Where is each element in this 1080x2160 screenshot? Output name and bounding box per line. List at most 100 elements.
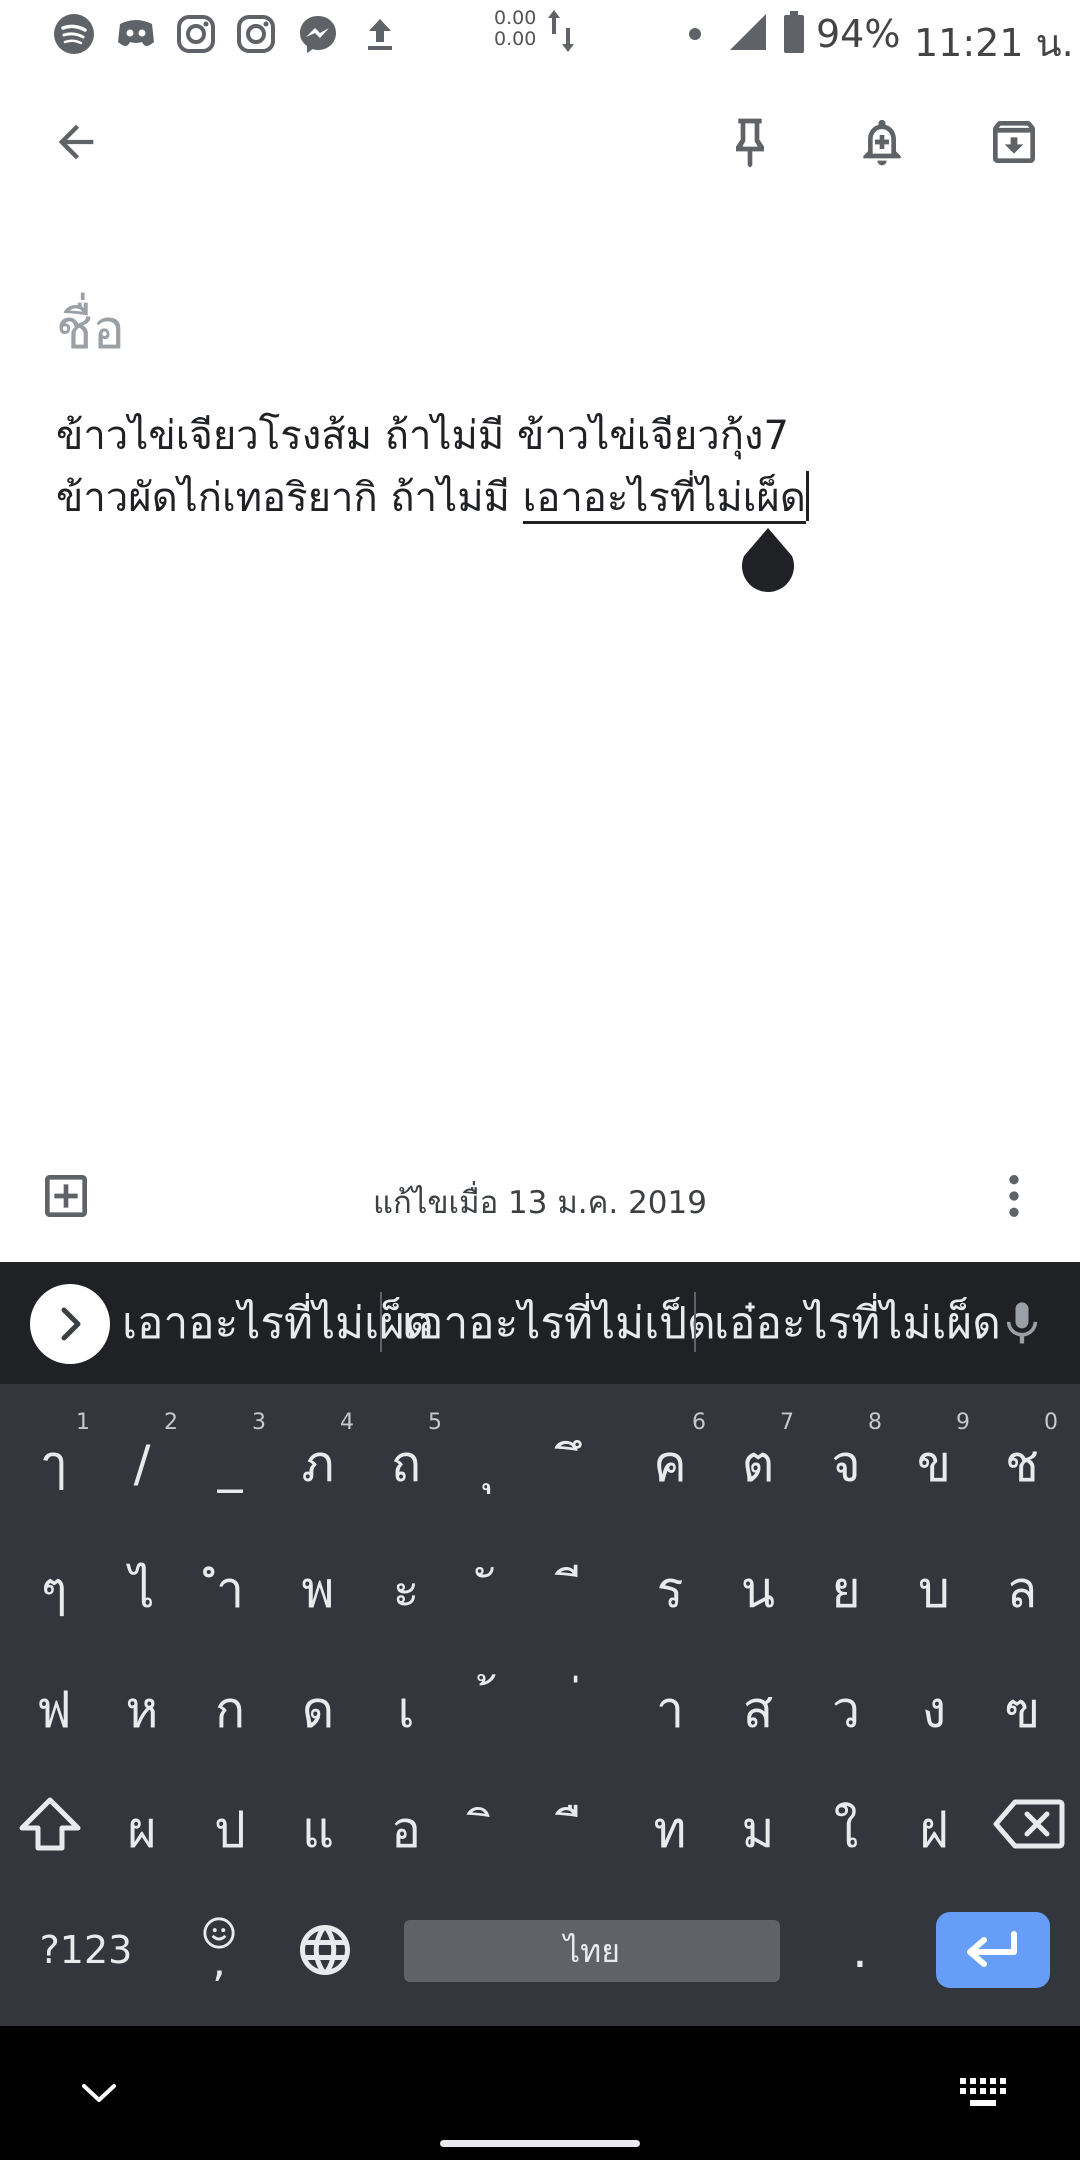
notification-dot-icon: [689, 28, 701, 40]
key[interactable]: อ: [362, 1766, 450, 1882]
key[interactable]: ร: [626, 1526, 714, 1642]
home-gesture-bar[interactable]: [440, 2140, 640, 2147]
key-label: ป: [214, 1800, 246, 1859]
key[interactable]: ส: [714, 1646, 802, 1762]
key-label: _: [217, 1435, 243, 1493]
key[interactable]: ภ4: [274, 1400, 362, 1516]
key[interactable]: /2: [98, 1400, 186, 1516]
key[interactable]: แ: [274, 1766, 362, 1882]
key[interactable]: ผ: [98, 1766, 186, 1882]
key-hint: 1: [76, 1410, 90, 1435]
key[interactable]: ค6: [626, 1400, 714, 1516]
key[interactable]: น: [714, 1526, 802, 1642]
key[interactable]: ฝ: [890, 1766, 978, 1882]
enter-key[interactable]: [936, 1912, 1050, 1988]
key-label: ท: [653, 1800, 687, 1859]
key-label: ค: [653, 1434, 687, 1493]
key-label: ก: [214, 1680, 246, 1739]
suggestion-1[interactable]: เอาอะไรที่ไม่เผ็ด: [122, 1288, 434, 1358]
key-label: ๅ: [41, 1434, 67, 1493]
key[interactable]: ุ: [450, 1400, 538, 1516]
note-body-input[interactable]: ข้าวไข่เจียวโรงส้ม ถ้าไม่มี ข้าวไข่เจียว…: [56, 405, 1016, 529]
suggestion-strip: เอาอะไรที่ไม่เผ็ด เอาอะไรที่ไม่เป็ด เอ๋อ…: [0, 1262, 1080, 1384]
key[interactable]: ิ: [450, 1766, 538, 1882]
chevron-down-icon[interactable]: [76, 2078, 122, 2108]
key[interactable]: ท: [626, 1766, 714, 1882]
key[interactable]: ่: [538, 1646, 626, 1762]
key[interactable]: า: [626, 1646, 714, 1762]
key-label: ข: [916, 1434, 952, 1493]
more-options-button[interactable]: [966, 1148, 1062, 1244]
key[interactable]: ห: [98, 1646, 186, 1762]
key-label: ร: [656, 1560, 684, 1619]
note-line-1: ข้าวไข่เจียวโรงส้ม ถ้าไม่มี ข้าวไข่เจียว…: [56, 413, 789, 459]
key[interactable]: ำ: [186, 1526, 274, 1642]
key[interactable]: ป: [186, 1766, 274, 1882]
back-button[interactable]: [28, 94, 124, 190]
key[interactable]: ถ5: [362, 1400, 450, 1516]
key[interactable]: ช0: [978, 1400, 1066, 1516]
instagram-icon: [237, 15, 275, 53]
key[interactable]: ั: [450, 1526, 538, 1642]
key-label: พ: [301, 1560, 335, 1619]
key[interactable]: ไ: [98, 1526, 186, 1642]
period-key[interactable]: .: [816, 1892, 904, 2008]
key[interactable]: ล: [978, 1526, 1066, 1642]
key[interactable]: พ: [274, 1526, 362, 1642]
key[interactable]: ย: [802, 1526, 890, 1642]
key-label: อ: [390, 1800, 422, 1859]
key[interactable]: ด: [274, 1646, 362, 1762]
key-hint: 6: [692, 1410, 706, 1435]
key[interactable]: ้: [450, 1646, 538, 1762]
symbols-key[interactable]: ?123: [36, 1892, 136, 2008]
key[interactable]: เ: [362, 1646, 450, 1762]
net-down-text: 0.00: [494, 28, 537, 50]
space-key[interactable]: ไทย: [404, 1920, 780, 1982]
key[interactable]: ม: [714, 1766, 802, 1882]
pin-button[interactable]: [702, 94, 798, 190]
emoji-comma-key[interactable]: ,: [174, 1892, 264, 2008]
key[interactable]: ว: [802, 1646, 890, 1762]
composing-text: เอาอะไรที่ไม่เผ็ด: [522, 475, 806, 524]
key[interactable]: ก: [186, 1646, 274, 1762]
shift-key[interactable]: [6, 1766, 94, 1882]
key[interactable]: ๅ1: [10, 1400, 98, 1516]
navigation-bar: [0, 2026, 1080, 2160]
key[interactable]: ะ: [362, 1526, 450, 1642]
archive-button[interactable]: [966, 94, 1062, 190]
key-hint: 9: [956, 1410, 970, 1435]
keyboard-icon[interactable]: [958, 2076, 1008, 2110]
key-label: ด: [301, 1680, 335, 1739]
cell-signal-icon: [730, 14, 766, 50]
key[interactable]: ใ: [802, 1766, 890, 1882]
key[interactable]: ี: [538, 1526, 626, 1642]
cursor-handle[interactable]: [740, 526, 796, 592]
key[interactable]: ึ: [538, 1400, 626, 1516]
key[interactable]: จ8: [802, 1400, 890, 1516]
enter-icon: [967, 1931, 1017, 1967]
key[interactable]: ื: [538, 1766, 626, 1882]
net-up-text: 0.00: [494, 7, 537, 29]
backspace-key[interactable]: [984, 1766, 1074, 1882]
key-label: ไ: [129, 1560, 155, 1619]
reminder-button[interactable]: [834, 94, 930, 190]
key-label: ะ: [392, 1560, 420, 1619]
expand-toolbar-button[interactable]: [28, 1282, 112, 1366]
suggestion-2[interactable]: เอาอะไรที่ไม่เป็ด: [402, 1288, 716, 1358]
space-label: ไทย: [564, 1931, 620, 1970]
key[interactable]: ต7: [714, 1400, 802, 1516]
mic-icon[interactable]: [996, 1294, 1048, 1354]
language-key[interactable]: [280, 1892, 370, 2008]
key-label: ช: [1005, 1434, 1039, 1493]
key[interactable]: ข9: [890, 1400, 978, 1516]
key[interactable]: _ 3: [186, 1400, 274, 1516]
key[interactable]: ฃ: [978, 1646, 1066, 1762]
note-line-2-text: ข้าวผัดไก่เทอริยากิ ถ้าไม่มี: [56, 475, 523, 521]
key[interactable]: ฟ: [10, 1646, 98, 1762]
key[interactable]: ง: [890, 1646, 978, 1762]
key[interactable]: ๆ: [10, 1526, 98, 1642]
comma-text: ,: [212, 1936, 226, 1987]
suggestion-3[interactable]: เอ๋อะไรที่ไม่เผ็ด: [714, 1288, 1001, 1358]
note-title-input[interactable]: ชื่อ: [56, 286, 125, 372]
key[interactable]: บ: [890, 1526, 978, 1642]
